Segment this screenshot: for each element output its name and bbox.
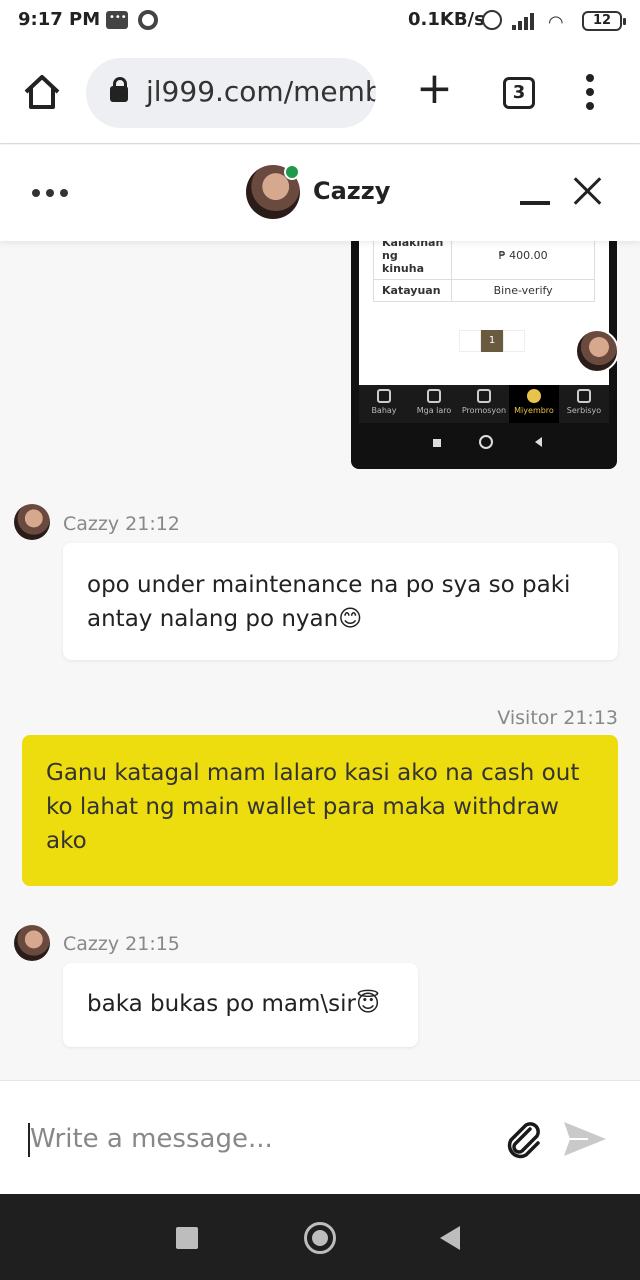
message-line: ako — [46, 828, 87, 854]
avatar — [575, 329, 617, 373]
gift-icon — [477, 389, 491, 403]
nav-item-promosyon: Promosyon — [459, 385, 509, 423]
shared-screenshot-image[interactable]: Kalakihan ng kinuha ₱ 400.00 Katayuan Bi… — [351, 241, 617, 469]
avatar — [14, 504, 50, 540]
battery-icon: 12 — [582, 11, 626, 31]
online-status-dot — [284, 164, 300, 180]
send-icon[interactable] — [562, 1119, 608, 1159]
screenshot-bottom-nav: Bahay Mga laro Promosyon Miyembro Serbis… — [359, 385, 609, 423]
house-icon — [377, 389, 391, 403]
nav-item-serbisyo: Serbisyo — [559, 385, 609, 423]
screenshot-system-nav — [359, 423, 609, 463]
message-meta: Visitor 21:13 — [497, 707, 618, 729]
chat-messages[interactable]: Kalakihan ng kinuha ₱ 400.00 Katayuan Bi… — [0, 241, 640, 1080]
message-line: ko lahat ng main wallet para maka withdr… — [46, 794, 559, 820]
url-text: jl999.com/memb — [146, 75, 376, 108]
message-line: Ganu katagal mam lalaro kasi ako na cash… — [46, 760, 580, 786]
home-icon[interactable] — [22, 72, 62, 112]
user-icon — [527, 389, 541, 403]
message-line: opo under maintenance na po sya so paki — [87, 572, 571, 598]
table-value: ₱ 400.00 — [451, 241, 595, 280]
status-bar: 9:17 PM 0.1KB/s ◠ 12 — [0, 0, 640, 42]
message-input[interactable] — [30, 1119, 470, 1159]
lock-icon — [110, 77, 128, 102]
nav-item-bahay: Bahay — [359, 385, 409, 423]
gamepad-icon — [427, 389, 441, 403]
table-label: Katayuan — [372, 279, 453, 302]
screenshot-table: Kalakihan ng kinuha ₱ 400.00 Katayuan Bi… — [372, 241, 595, 302]
tabs-icon[interactable]: 3 — [503, 77, 535, 109]
browser-toolbar: jl999.com/memb + 3 — [0, 42, 640, 144]
home-button-icon[interactable] — [304, 1222, 336, 1254]
status-time: 9:17 PM — [18, 9, 101, 30]
message-line: baka bukas po mam\sir😇 — [87, 991, 380, 1017]
agent-message-bubble: baka bukas po mam\sir😇 — [63, 963, 418, 1047]
minimize-icon[interactable] — [520, 201, 550, 205]
avatar — [14, 925, 50, 961]
message-line: antay nalang po nyan😊 — [87, 606, 363, 632]
agent-message-bubble: opo under maintenance na po sya so paki … — [63, 543, 618, 660]
more-icon[interactable] — [32, 189, 72, 199]
back-icon[interactable] — [440, 1226, 460, 1250]
message-meta: Cazzy 21:15 — [63, 933, 180, 955]
recent-apps-icon[interactable] — [176, 1227, 198, 1249]
table-label: Kalakihan ng kinuha — [372, 241, 453, 280]
nav-item-mga-laro: Mga laro — [409, 385, 459, 423]
alarm-icon — [482, 10, 502, 30]
nav-item-miyembro: Miyembro — [509, 385, 559, 423]
chrome-icon — [138, 10, 158, 30]
agent-name: Cazzy — [313, 177, 391, 205]
headset-icon — [577, 389, 591, 403]
chat-header: Cazzy — [0, 145, 640, 241]
screenshot-content: Kalakihan ng kinuha ₱ 400.00 Katayuan Bi… — [359, 241, 617, 385]
menu-icon[interactable] — [578, 74, 602, 114]
screenshot-pager: 1 — [459, 330, 525, 352]
signal-icon — [512, 12, 538, 30]
url-bar[interactable]: jl999.com/memb — [86, 58, 376, 128]
page-number: 1 — [481, 330, 503, 352]
system-navigation-bar — [0, 1194, 640, 1280]
message-meta: Cazzy 21:12 — [63, 513, 180, 535]
close-icon[interactable] — [572, 175, 604, 207]
paperclip-icon[interactable] — [502, 1117, 546, 1161]
message-icon — [106, 11, 128, 29]
message-composer — [0, 1080, 640, 1194]
visitor-message-bubble: Ganu katagal mam lalaro kasi ako na cash… — [22, 735, 618, 886]
table-value: Bine-verify — [451, 279, 595, 302]
network-speed: 0.1KB/s — [408, 9, 485, 30]
wifi-icon: ◠ — [548, 12, 564, 33]
plus-icon[interactable]: + — [416, 67, 453, 111]
